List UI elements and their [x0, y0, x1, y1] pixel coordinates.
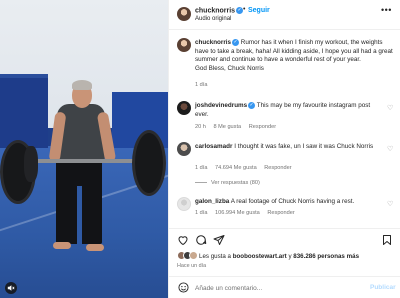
avatar[interactable] — [177, 197, 191, 211]
replies-line — [195, 182, 207, 184]
share-icon[interactable] — [213, 234, 225, 246]
comment-meta: 1 día 74.694 Me gusta Responder — [195, 165, 298, 171]
reply-button[interactable]: Responder — [249, 124, 276, 130]
comment-username[interactable]: galon_lizba — [195, 198, 229, 205]
avatar[interactable] — [177, 101, 191, 115]
lifter-foot-left — [53, 242, 71, 249]
comment-time: 1 día — [195, 210, 208, 216]
verified-badge-icon: ✓ — [232, 39, 240, 46]
view-replies-button[interactable]: Ver respuestas (80) — [195, 180, 260, 186]
liked-by-user[interactable]: booboostewart.art — [233, 253, 287, 260]
comment-likes[interactable]: 8 Me gusta — [213, 124, 241, 130]
comment-time: 20 h — [195, 124, 206, 130]
likes-prefix: Les gusta a — [199, 253, 231, 260]
lifter-hair — [72, 80, 92, 90]
comment-body: A real footage of Chuck Norris having a … — [230, 198, 355, 205]
comment-text: joshdevinedrums ✓ This may be my favourit… — [195, 102, 383, 119]
verified-badge-icon: ✓ — [248, 102, 256, 109]
lifter-torso — [57, 104, 105, 162]
heart-icon[interactable] — [177, 234, 189, 246]
comment-text: galon_lizba A real footage of Chuck Norr… — [195, 198, 383, 207]
barbell-plate-left-inner — [24, 146, 38, 182]
avatar[interactable] — [177, 38, 191, 52]
comment-time: 1 día — [195, 165, 208, 171]
post-video[interactable] — [0, 0, 168, 298]
wall-pad-left — [0, 74, 48, 148]
caption-signoff: God Bless, Chuck Norris — [195, 64, 264, 72]
comment-likes[interactable]: 74.694 Me gusta — [215, 165, 257, 171]
likes-summary: Les gusta a booboostewart.art y 836.286 … — [199, 253, 359, 260]
avatar[interactable] — [177, 142, 191, 156]
caption-username[interactable]: chucknorris — [195, 39, 231, 46]
comment-meta: 20 h 8 Me gusta Responder — [195, 124, 282, 130]
more-options-icon[interactable]: ••• — [381, 5, 392, 15]
heart-icon[interactable]: ♡ — [387, 200, 393, 208]
comment-username[interactable]: carlosamadr — [195, 143, 232, 150]
caption-time: 1 día — [195, 82, 208, 88]
separator-dot: • — [243, 6, 246, 13]
speaker-muted-icon[interactable] — [5, 282, 17, 294]
comment-icon[interactable] — [195, 234, 207, 246]
post-actions: Les gusta a booboostewart.art y 836.286 … — [169, 228, 400, 272]
lifter-legs-gap — [77, 186, 82, 244]
avatar — [189, 251, 198, 260]
author-username[interactable]: chucknorris ✓ — [195, 7, 244, 14]
barbell-bar — [24, 159, 144, 163]
lifter-foot-right — [86, 244, 104, 251]
comment-likes[interactable]: 106.994 Me gusta — [215, 210, 260, 216]
comment-input[interactable] — [195, 282, 345, 294]
avatar[interactable] — [177, 7, 191, 21]
emoji-icon[interactable] — [178, 282, 189, 293]
comment-meta: 1 día 106.994 Me gusta Responder — [195, 210, 301, 216]
view-replies-label: Ver respuestas (80) — [211, 180, 260, 186]
likes-count[interactable]: 836.286 personas — [293, 253, 345, 260]
heart-icon[interactable]: ♡ — [387, 145, 393, 153]
comment-text: carlosamadr I thought it was fake, un I … — [195, 143, 383, 152]
bookmark-icon[interactable] — [381, 234, 393, 246]
reply-button[interactable]: Responder — [264, 165, 291, 171]
heart-icon[interactable]: ♡ — [387, 104, 393, 112]
barbell-plate-right — [132, 130, 166, 196]
post-header: chucknorris ✓ • Seguir Audio original ••• — [169, 0, 400, 30]
comment-body: I thought it was fake, un I saw it was C… — [234, 143, 374, 150]
audio-link[interactable]: Audio original — [195, 16, 231, 22]
likes-conjunction: y — [288, 253, 292, 260]
reply-button[interactable]: Responder — [267, 210, 294, 216]
follow-button[interactable]: Seguir — [248, 7, 270, 14]
comment-username[interactable]: joshdevinedrums — [195, 102, 247, 109]
post-time: Hace un día — [177, 263, 207, 269]
caption-body: chucknorris ✓ Rumor has it when I finish … — [195, 39, 393, 74]
post-side-panel: chucknorris ✓ • Seguir Audio original •••… — [168, 0, 400, 298]
comment-composer: Publicar — [169, 276, 400, 298]
likes-more[interactable]: más — [347, 253, 359, 260]
post-comment-button[interactable]: Publicar — [370, 284, 396, 291]
